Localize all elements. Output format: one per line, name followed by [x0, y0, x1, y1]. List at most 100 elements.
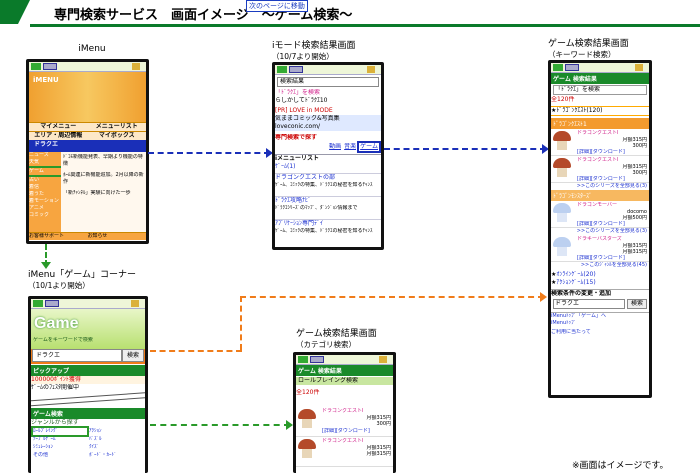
change-condition-input[interactable]: ドラクエ: [553, 299, 625, 309]
left-item-anime[interactable]: アニメ: [29, 205, 61, 212]
category-rpg[interactable]: ﾛｰﾙﾌﾟﾚｲﾝｸﾞ: [31, 426, 89, 437]
game-item[interactable]: ドラゴンクエストI 月額315円 300円 [詳細][ダウンロード]: [551, 129, 649, 156]
game-item[interactable]: ドラゴンモーバー docomo 月額500円 [詳細][ダウンロード]: [551, 201, 649, 228]
game-price: 300円: [376, 421, 391, 427]
game-links[interactable]: [詳細][ダウンロード]: [577, 149, 625, 156]
caption-game-cat-sub: （カテゴリ検索）: [296, 340, 356, 349]
menu-list-section: iメニューリスト: [275, 155, 320, 162]
mail-icon: [131, 300, 139, 307]
imenu-search-field[interactable]: ドラクエ: [29, 140, 146, 152]
header-rule: [30, 24, 700, 27]
mushroom-icon: [553, 131, 571, 151]
pr-title[interactable]: [PR] LOVE in MODE: [275, 107, 381, 115]
game-cat-header: ゲーム 検索結果: [296, 365, 393, 376]
game-title[interactable]: ドラゴンクエストI: [322, 438, 363, 445]
category-action[interactable]: ｱｸｼｮﾝ: [89, 428, 143, 435]
result-row-title[interactable]: ｱﾌﾟﾘｹｰｼｮﾝ専門ﾃﾞｲ: [275, 220, 381, 228]
link-game[interactable]: ゲーム: [357, 141, 381, 153]
game-links[interactable]: [詳細][ダウンロード]: [322, 428, 370, 435]
special-links: 動画 音楽 ゲーム: [275, 141, 381, 153]
left-item-motion[interactable]: 着モーション: [29, 198, 61, 205]
pickup-header: ピックアップ: [31, 365, 145, 376]
support-link[interactable]: お客様サポート: [29, 233, 88, 240]
game-title[interactable]: ドラキーバスターズ: [577, 236, 622, 243]
left-item-uta[interactable]: 着うた: [29, 191, 61, 198]
menu-list-game-link[interactable]: ｹﾞｰﾑ(1): [275, 163, 381, 171]
result-row-body: ｹﾞｰﾑ、ｺﾐｯｸの特集、ﾄﾞﾗｸｴの秘密を知るﾁｬﾝｽ: [275, 182, 373, 188]
game-title[interactable]: ドラゴンクエストI: [322, 408, 363, 415]
news-item[interactable]: 「新ﾁｬﾝﾈﾙ」実験に向けた一歩: [63, 190, 144, 197]
category-puzzle[interactable]: ﾊﾟｽﾞﾙ: [89, 436, 143, 443]
left-item-fortune[interactable]: 占い: [29, 177, 61, 184]
star-row[interactable]: ★ｵﾝﾗｲﾝｹﾞｰﾑ(20): [551, 271, 649, 279]
slime-icon: [553, 237, 571, 257]
notice-link[interactable]: お知らせ: [88, 233, 147, 240]
news-item[interactable]: ﾎｰﾑ関連に新機能追加。2月以降の新作: [63, 172, 144, 186]
star-link: ｵﾝﾗｲﾝｹﾞｰﾑ(20): [556, 271, 596, 278]
pr-url[interactable]: loveconic.com/: [275, 123, 381, 131]
imode-search-box[interactable]: 検索結果: [277, 77, 379, 87]
more-series-link[interactable]: >>このシリーズを全部見る(3): [551, 228, 649, 235]
header-accent: [0, 0, 30, 24]
game-price: 月額315円: [622, 249, 647, 255]
left-item-weather[interactable]: 天気: [29, 159, 61, 166]
game-title[interactable]: ドラゴンモーバー: [577, 202, 617, 209]
dragon-category-label: ﾄﾞﾗｺﾞﾝｸｴｽﾄ(120): [556, 107, 603, 114]
left-item-news[interactable]: ニュース: [29, 152, 61, 159]
menu-list-link[interactable]: メニューリスト: [88, 123, 147, 131]
signal-icon: [277, 66, 287, 73]
game-title[interactable]: ドラゴンクエストI: [577, 157, 618, 164]
result-row-title[interactable]: ドラゴンクエストの部: [275, 174, 381, 182]
left-item-ringtone[interactable]: 着信: [29, 184, 61, 191]
imenu-banner: iMENU: [29, 72, 146, 122]
battery-icon: [45, 300, 59, 307]
status-bar: [296, 355, 393, 365]
footer-link[interactable]: iMenuﾄｯﾌﾟ「ゲーム」へ: [551, 313, 649, 320]
more-series-link[interactable]: >>このシリーズを全部見る(3): [551, 183, 649, 190]
game-search-button[interactable]: 検索: [121, 349, 144, 362]
news-item[interactable]: ﾄﾞｺﾓ新機能発表、早期より機能の特徴: [63, 154, 144, 168]
dragon-category-row[interactable]: ★ﾄﾞﾗｺﾞﾝｸｴｽﾄ(120): [551, 106, 649, 116]
imenu-menu-row: マイメニュー メニューリスト: [29, 122, 146, 131]
category-simulation[interactable]: ｼﾐｭﾚｰｼｮﾝ: [33, 444, 87, 451]
pickup-text: ｹﾞｰﾑのﾌｪｽﾀ開催中: [31, 384, 80, 391]
link-music[interactable]: 音楽: [344, 143, 356, 151]
mushroom-icon: [298, 409, 316, 429]
my-menu-link[interactable]: マイメニュー: [29, 123, 88, 131]
signal-icon: [31, 63, 41, 70]
category-board[interactable]: ﾎﾞｰﾄﾞ・ｶｰﾄﾞ: [89, 452, 143, 459]
jump-next-page-link[interactable]: 次のページに移動: [246, 0, 308, 12]
game-links[interactable]: [詳細][ダウンロード]: [577, 176, 625, 183]
pickup-banner[interactable]: 100000ﾎﾟｲﾝﾄ獲得: [31, 376, 145, 384]
search-button[interactable]: 検索: [626, 299, 647, 309]
star-row[interactable]: ★ｱｸｼｮﾝｹﾞｰﾑ(15): [551, 279, 649, 287]
series-band: ﾄﾞﾗｺﾞﾝｸｴｽﾄ1: [551, 118, 649, 129]
game-item[interactable]: ドラゴンクエストI 月額315円 300円 [詳細][ダウンロード]: [551, 156, 649, 183]
caption-imenu-game-sub: （10/1より開始）: [28, 281, 90, 290]
link-video[interactable]: 動画: [329, 143, 341, 151]
category-other[interactable]: その他: [33, 452, 87, 459]
result-row-title[interactable]: ﾄﾞﾗｸｴ攻略ﾅﾋﾞ: [275, 197, 381, 205]
more-genre-link[interactable]: >>このｼﾞｬﾝﾙを全部見る(45): [551, 262, 649, 269]
left-item-comic[interactable]: コミック: [29, 212, 61, 219]
category-table[interactable]: ﾃｰﾌﾞﾙｹﾞｰﾑ: [33, 436, 87, 443]
game-links[interactable]: [詳細][ダウンロード]: [577, 221, 625, 228]
area-link[interactable]: エリア・周辺情報: [29, 132, 88, 140]
footer-link[interactable]: iMenuﾄｯﾌﾟ: [551, 320, 649, 327]
category-quiz[interactable]: ｸｲｽﾞ: [89, 444, 143, 451]
game-item[interactable]: ドラキーバスターズ 月額315円 月額315円 [詳細][ダウンロード]: [551, 235, 649, 262]
category-subtitle: ジャンルから探す: [31, 419, 79, 426]
game-links[interactable]: [詳細][ダウンロード]: [577, 255, 625, 262]
left-item-game[interactable]: ゲーム: [29, 166, 63, 177]
caption-game-kw: ゲーム検索結果画面 （キーワード検索）: [548, 36, 629, 60]
caption-imenu-game: iMenu「ゲーム」コーナー （10/1より開始）: [28, 267, 136, 291]
game-keyword-input[interactable]: ドラクエ: [32, 349, 122, 362]
my-box-link[interactable]: マイボックス: [88, 132, 147, 140]
signal-icon: [553, 64, 563, 71]
change-condition-row: ドラクエ 検索: [553, 299, 647, 309]
game-item[interactable]: ドラゴンクエストI 月額315円 月額315円: [296, 437, 393, 467]
footer-link[interactable]: ご利用に当たって: [551, 329, 649, 336]
result-title[interactable]: 「ﾄﾞﾗｸｴ」を検索: [275, 89, 381, 97]
game-item[interactable]: ドラゴンクエストI 月額315円 300円 [詳細][ダウンロード]: [296, 407, 393, 437]
game-title[interactable]: ドラゴンクエストI: [577, 130, 618, 137]
